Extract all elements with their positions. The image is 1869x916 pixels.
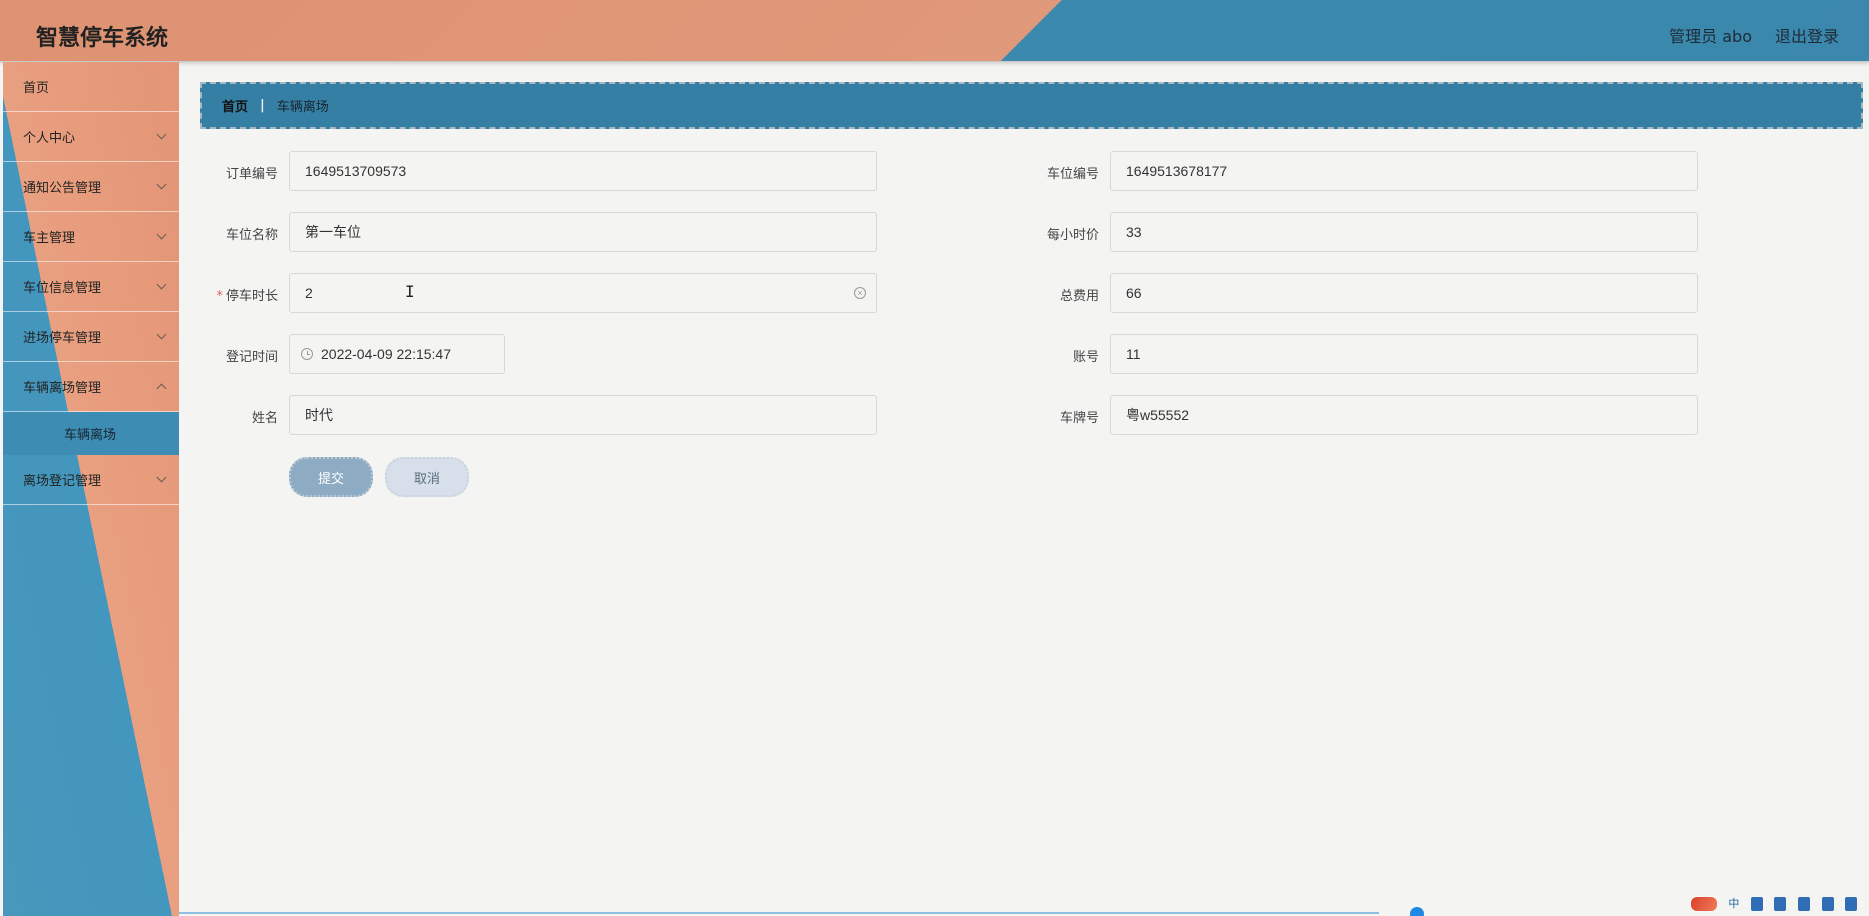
total-fee-input[interactable]: 66 bbox=[1110, 273, 1698, 313]
sidebar-item-home[interactable]: 首页 bbox=[3, 62, 179, 112]
reg-time-label: 登记时间 bbox=[225, 350, 278, 365]
duration-input[interactable]: 2 × bbox=[289, 273, 877, 313]
chevron-down-icon bbox=[156, 229, 167, 240]
sidebar-item-label: 车主管理 bbox=[23, 231, 76, 246]
sidebar-item-label: 首页 bbox=[23, 81, 50, 96]
sidebar-item-personal-center[interactable]: 个人中心 bbox=[3, 112, 179, 162]
sidebar-item-entry-management[interactable]: 进场停车管理 bbox=[3, 312, 179, 362]
sidebar-subitem-vehicle-exit[interactable]: 车辆离场 bbox=[3, 412, 179, 455]
order-no-input[interactable]: 1649513709573 bbox=[289, 151, 877, 191]
top-header: 智慧停车系统 管理员 abo 退出登录 bbox=[0, 0, 1869, 62]
battery-icon[interactable] bbox=[1821, 897, 1834, 911]
app-tray-icon[interactable] bbox=[1690, 897, 1717, 911]
chevron-down-icon bbox=[156, 329, 167, 340]
plate-input[interactable]: 粤w55552 bbox=[1110, 395, 1698, 435]
duration-value: 2 bbox=[305, 285, 313, 301]
system-tray: 中 bbox=[1679, 892, 1869, 916]
breadcrumb-separator: | bbox=[260, 98, 265, 113]
sidebar-item-label: 车位信息管理 bbox=[23, 281, 102, 296]
hourly-price-label: 每小时价 bbox=[1046, 228, 1099, 243]
total-fee-label: 总费用 bbox=[1059, 289, 1099, 304]
current-user: 管理员 abo bbox=[1669, 27, 1752, 46]
sidebar: 首页 个人中心 通知公告管理 车主管理 车位信息管理 进场停车管理 车辆离场管理… bbox=[3, 62, 179, 916]
sidebar-item-notice-management[interactable]: 通知公告管理 bbox=[3, 162, 179, 212]
sidebar-item-exit-management[interactable]: 车辆离场管理 bbox=[3, 362, 179, 412]
cancel-button[interactable]: 取消 bbox=[385, 457, 469, 497]
text-cursor-icon: I bbox=[405, 282, 415, 301]
chevron-down-icon bbox=[156, 129, 167, 140]
clear-icon[interactable]: × bbox=[854, 287, 866, 299]
sidebar-item-label: 车辆离场管理 bbox=[23, 381, 102, 396]
hourly-price-input[interactable]: 33 bbox=[1110, 212, 1698, 252]
space-name-label: 车位名称 bbox=[225, 228, 278, 243]
sidebar-item-owner-management[interactable]: 车主管理 bbox=[3, 212, 179, 262]
space-no-input[interactable]: 1649513678177 bbox=[1110, 151, 1698, 191]
chevron-up-icon bbox=[156, 383, 167, 394]
clock-icon bbox=[301, 348, 313, 360]
submit-button[interactable]: 提交 bbox=[289, 457, 373, 497]
page-scrollbar-track[interactable] bbox=[179, 912, 1379, 914]
sidebar-item-label: 离场登记管理 bbox=[23, 474, 102, 489]
order-no-label: 订单编号 bbox=[225, 167, 278, 182]
duration-label: * 停车时长 bbox=[216, 289, 278, 304]
sidebar-item-exit-register[interactable]: 离场登记管理 bbox=[3, 455, 179, 505]
reg-time-value: 2022-04-09 22:15:47 bbox=[321, 346, 451, 362]
space-name-input[interactable]: 第一车位 bbox=[289, 212, 877, 252]
sidebar-item-label: 个人中心 bbox=[23, 131, 76, 146]
logout-link[interactable]: 退出登录 bbox=[1775, 23, 1839, 47]
account-label: 账号 bbox=[1072, 350, 1099, 365]
breadcrumb-current: 车辆离场 bbox=[276, 100, 329, 115]
keyboard-icon[interactable] bbox=[1798, 897, 1811, 911]
breadcrumb: 首页 | 车辆离场 bbox=[200, 82, 1863, 129]
plate-label: 车牌号 bbox=[1059, 411, 1099, 426]
name-label: 姓名 bbox=[251, 411, 278, 426]
breadcrumb-home[interactable]: 首页 bbox=[222, 96, 248, 115]
name-input[interactable]: 时代 bbox=[289, 395, 877, 435]
reg-time-picker[interactable]: 2022-04-09 22:15:47 bbox=[289, 334, 505, 374]
chevron-down-icon bbox=[156, 279, 167, 290]
app-title: 智慧停车系统 bbox=[36, 26, 169, 51]
sidebar-item-label: 进场停车管理 bbox=[23, 331, 102, 346]
ime-indicator[interactable]: 中 bbox=[1728, 897, 1739, 911]
network-icon[interactable] bbox=[1750, 897, 1763, 911]
chevron-down-icon bbox=[156, 472, 167, 483]
chevron-down-icon bbox=[156, 179, 167, 190]
scroll-handle[interactable] bbox=[1410, 907, 1424, 916]
account-input[interactable]: 11 bbox=[1110, 334, 1698, 374]
required-mark: * bbox=[216, 289, 223, 304]
sidebar-item-space-management[interactable]: 车位信息管理 bbox=[3, 262, 179, 312]
grid-icon[interactable] bbox=[1845, 897, 1858, 911]
sidebar-item-label: 通知公告管理 bbox=[23, 181, 102, 196]
shield-icon[interactable] bbox=[1774, 897, 1787, 911]
space-no-label: 车位编号 bbox=[1046, 167, 1099, 182]
